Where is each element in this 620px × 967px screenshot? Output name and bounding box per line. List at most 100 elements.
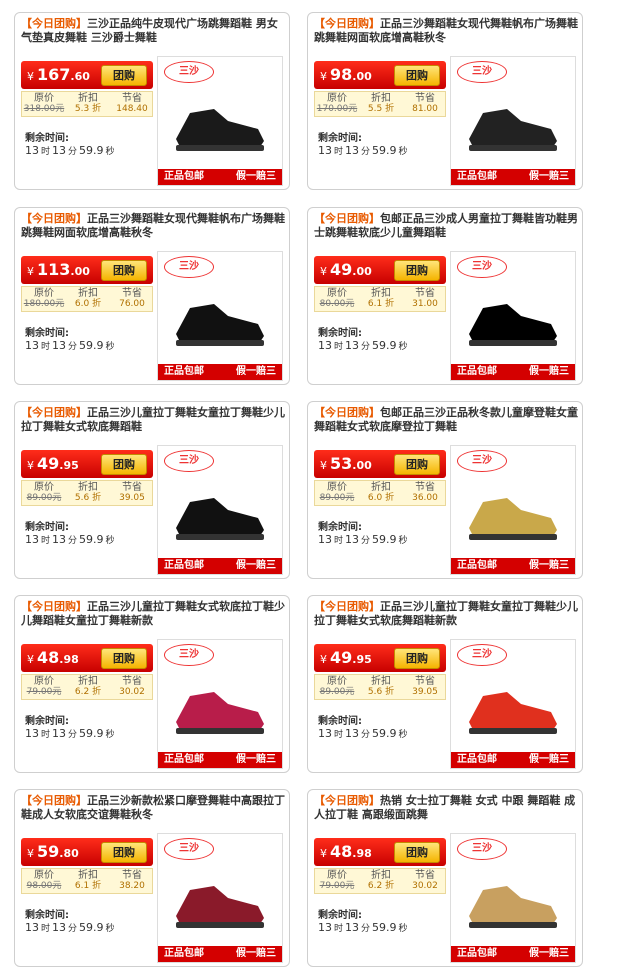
deal-title[interactable]: 【今日团购】正品三沙舞蹈鞋女现代舞鞋帆布广场舞鞋跳舞鞋网面软底增高鞋秋冬 <box>21 212 287 240</box>
product-image[interactable]: 三沙 正品包邮 假一赔三 <box>450 639 576 769</box>
countdown-minutes: 13 <box>52 921 67 934</box>
product-image[interactable]: 三沙 正品包邮 假一赔三 <box>157 445 283 575</box>
price-decimal: .98 <box>352 847 372 860</box>
deal-card[interactable]: 【今日团购】正品三沙儿童拉丁舞鞋女童拉丁舞鞋少儿拉丁舞鞋女式软底舞蹈鞋 ¥49.… <box>14 401 290 579</box>
price-stats: 原价 89.00元 折扣 6.0 折 节省 36.00 <box>314 480 446 506</box>
original-price: 原价 98.00元 <box>22 870 66 892</box>
deal-card[interactable]: 【今日团购】包邮正品三沙成人男童拉丁舞鞋皆功鞋男士跳舞鞋软底少儿童舞蹈鞋 ¥49… <box>307 207 583 385</box>
deal-title[interactable]: 【今日团购】正品三沙儿童拉丁舞鞋女童拉丁舞鞋少儿拉丁舞鞋女式软底舞蹈鞋 <box>21 406 287 434</box>
countdown-hours: 13 <box>25 921 39 934</box>
deal-title[interactable]: 【今日团购】正品三沙儿童拉丁舞鞋女童拉丁舞鞋少儿拉丁舞鞋女式软底舞蹈鞋新款 <box>314 600 580 628</box>
countdown: 13 时 13 分 59.9 秒 <box>318 921 410 934</box>
deal-card[interactable]: 【今日团购】正品三沙新款松紧口摩登舞鞋中高跟拉丁鞋成人女软底交谊舞鞋秋冬 ¥59… <box>14 789 290 967</box>
product-image[interactable]: 三沙 正品包邮 假一赔三 <box>450 251 576 381</box>
original-price: 原价 79.00元 <box>22 676 66 698</box>
product-image[interactable]: 三沙 正品包邮 假一赔三 <box>157 833 283 963</box>
product-image[interactable]: 三沙 正品包邮 假一赔三 <box>450 445 576 575</box>
original-price: 原价 89.00元 <box>315 676 359 698</box>
deal-title[interactable]: 【今日团购】包邮正品三沙成人男童拉丁舞鞋皆功鞋男士跳舞鞋软底少儿童舞蹈鞋 <box>314 212 580 240</box>
savings-value: 30.02 <box>412 881 438 891</box>
minutes-unit: 分 <box>68 730 78 740</box>
deal-title[interactable]: 【今日团购】三沙正品纯牛皮现代广场跳舞蹈鞋 男女气垫真皮舞鞋 三沙爵士舞鞋 <box>21 17 287 45</box>
price-bar: ¥53.00 团购 <box>314 450 446 478</box>
minutes-unit: 分 <box>68 342 78 352</box>
deal-tag: 【今日团购】 <box>21 600 87 613</box>
group-buy-button[interactable]: 团购 <box>394 260 440 281</box>
deal-card[interactable]: 【今日团购】热销 女士拉丁舞鞋 女式 中跟 舞蹈鞋 成人拉丁鞋 高跟缎面跳舞 ¥… <box>307 789 583 967</box>
deal-title[interactable]: 【今日团购】正品三沙儿童拉丁舞鞋女式软底拉丁鞋少儿舞蹈鞋女童拉丁舞鞋新款 <box>21 600 287 628</box>
original-price-label: 原价 <box>327 676 347 687</box>
group-buy-button[interactable]: 团购 <box>394 648 440 669</box>
original-price-value: 89.00元 <box>319 687 355 697</box>
time-remaining-label: 剩余时间: <box>318 910 362 921</box>
product-image[interactable]: 三沙 正品包邮 假一赔三 <box>450 56 576 186</box>
promo-banner: 正品包邮 假一赔三 <box>451 558 575 574</box>
countdown-seconds: 59.9 <box>79 533 104 546</box>
original-price: 原价 170.00元 <box>315 93 359 115</box>
deal-price: ¥113.00 <box>27 259 90 283</box>
deal-price: ¥49.00 <box>320 259 372 283</box>
group-buy-button[interactable]: 团购 <box>101 260 147 281</box>
savings: 节省 30.02 <box>403 870 447 892</box>
minutes-unit: 分 <box>361 342 371 352</box>
group-buy-button[interactable]: 团购 <box>101 65 147 86</box>
deal-card[interactable]: 【今日团购】正品三沙儿童拉丁舞鞋女童拉丁舞鞋少儿拉丁舞鞋女式软底舞蹈鞋新款 ¥4… <box>307 595 583 773</box>
product-image[interactable]: 三沙 正品包邮 假一赔三 <box>450 833 576 963</box>
deal-card[interactable]: 【今日团购】正品三沙儿童拉丁舞鞋女式软底拉丁鞋少儿舞蹈鞋女童拉丁舞鞋新款 ¥48… <box>14 595 290 773</box>
original-price: 原价 79.00元 <box>315 870 359 892</box>
banner-left-text: 正品包邮 <box>164 754 204 765</box>
price-integer: 113 <box>37 260 71 279</box>
price-bar: ¥49.95 团购 <box>21 450 153 478</box>
deal-price: ¥53.00 <box>320 453 372 477</box>
product-image[interactable]: 三沙 正品包邮 假一赔三 <box>157 251 283 381</box>
hours-unit: 时 <box>41 730 51 740</box>
seconds-unit: 秒 <box>105 536 115 546</box>
banner-left-text: 正品包邮 <box>164 171 204 182</box>
countdown-hours: 13 <box>318 144 332 157</box>
discount-value: 6.2 折 <box>367 881 395 891</box>
group-buy-button[interactable]: 团购 <box>394 65 440 86</box>
deal-card[interactable]: 【今日团购】正品三沙舞蹈鞋女现代舞鞋帆布广场舞鞋跳舞鞋网面软底增高鞋秋冬 ¥11… <box>14 207 290 385</box>
promo-banner: 正品包邮 假一赔三 <box>451 169 575 185</box>
savings: 节省 31.00 <box>403 288 447 310</box>
group-buy-button[interactable]: 团购 <box>394 454 440 475</box>
discount: 折扣 6.1 折 <box>359 288 403 310</box>
seconds-unit: 秒 <box>105 342 115 352</box>
countdown-seconds: 59.9 <box>372 533 397 546</box>
product-image[interactable]: 三沙 正品包邮 假一赔三 <box>157 56 283 186</box>
deal-card[interactable]: 【今日团购】三沙正品纯牛皮现代广场跳舞蹈鞋 男女气垫真皮舞鞋 三沙爵士舞鞋 ¥1… <box>14 12 290 190</box>
countdown-hours: 13 <box>25 144 39 157</box>
countdown: 13 时 13 分 59.9 秒 <box>318 144 410 157</box>
original-price-value: 89.00元 <box>319 493 355 503</box>
discount-value: 5.6 折 <box>74 493 102 503</box>
deal-title[interactable]: 【今日团购】热销 女士拉丁舞鞋 女式 中跟 舞蹈鞋 成人拉丁鞋 高跟缎面跳舞 <box>314 794 580 822</box>
deal-card[interactable]: 【今日团购】包邮正品三沙正品秋冬款儿童摩登鞋女童舞蹈鞋女式软底摩登拉丁舞鞋 ¥5… <box>307 401 583 579</box>
minutes-unit: 分 <box>361 147 371 157</box>
promo-banner: 正品包邮 假一赔三 <box>158 558 282 574</box>
countdown: 13 时 13 分 59.9 秒 <box>25 339 117 352</box>
deal-tag: 【今日团购】 <box>314 600 380 613</box>
hours-unit: 时 <box>334 147 344 157</box>
product-image[interactable]: 三沙 正品包邮 假一赔三 <box>157 639 283 769</box>
banner-right-text: 假一赔三 <box>529 366 569 377</box>
group-buy-button[interactable]: 团购 <box>101 648 147 669</box>
group-buy-button[interactable]: 团购 <box>101 454 147 475</box>
savings: 节省 36.00 <box>403 482 447 504</box>
seconds-unit: 秒 <box>398 147 408 157</box>
deal-title[interactable]: 【今日团购】正品三沙舞蹈鞋女现代舞鞋帆布广场舞鞋跳舞鞋网面软底增高鞋秋冬 <box>314 17 580 45</box>
deal-title[interactable]: 【今日团购】包邮正品三沙正品秋冬款儿童摩登鞋女童舞蹈鞋女式软底摩登拉丁舞鞋 <box>314 406 580 434</box>
brand-logo: 三沙 <box>457 450 507 472</box>
currency-symbol: ¥ <box>320 265 327 278</box>
original-price: 原价 89.00元 <box>22 482 66 504</box>
brand-logo: 三沙 <box>164 61 214 83</box>
original-price-label: 原价 <box>34 676 54 687</box>
seconds-unit: 秒 <box>105 730 115 740</box>
deal-card[interactable]: 【今日团购】正品三沙舞蹈鞋女现代舞鞋帆布广场舞鞋跳舞鞋网面软底增高鞋秋冬 ¥98… <box>307 12 583 190</box>
group-buy-button[interactable]: 团购 <box>394 842 440 863</box>
group-buy-button[interactable]: 团购 <box>101 842 147 863</box>
deal-title[interactable]: 【今日团购】正品三沙新款松紧口摩登舞鞋中高跟拉丁鞋成人女软底交谊舞鞋秋冬 <box>21 794 287 822</box>
countdown: 13 时 13 分 59.9 秒 <box>318 339 410 352</box>
currency-symbol: ¥ <box>27 847 34 860</box>
seconds-unit: 秒 <box>398 730 408 740</box>
shoe-icon <box>176 498 264 540</box>
